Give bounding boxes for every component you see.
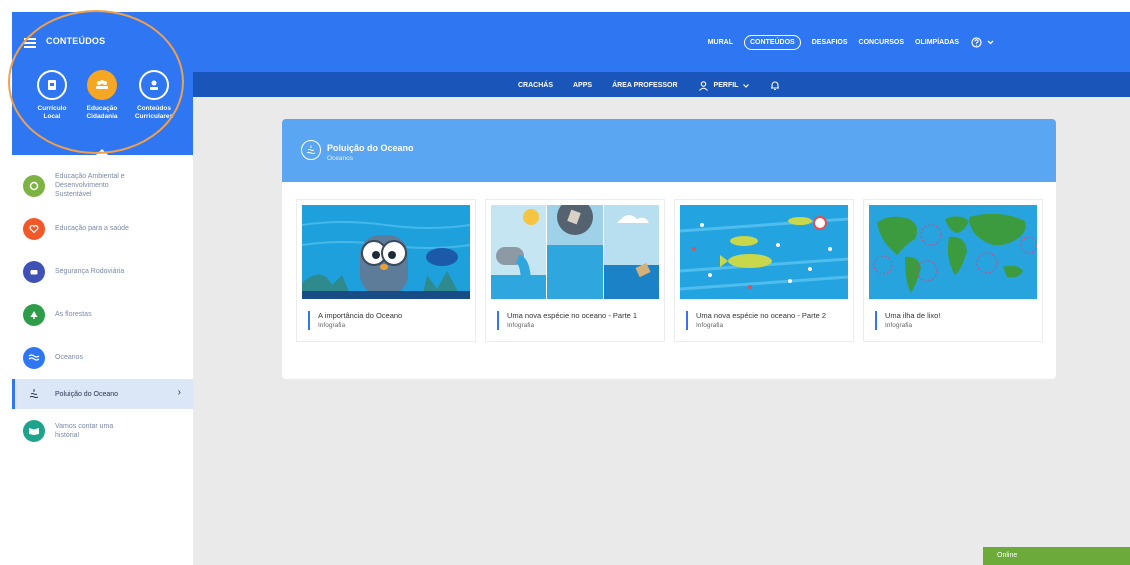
recycle-icon	[23, 174, 45, 197]
category-educacao-cidadania[interactable]: Educação Cidadania	[72, 70, 132, 121]
wave-icon	[23, 346, 45, 369]
sidebar-item-poluicao-oceano[interactable]: Poluição do Oceano ›	[12, 379, 193, 409]
sidebar-title: CONTEÚDOS	[46, 36, 106, 46]
sidebar-item-label: As florestas	[55, 311, 92, 318]
water-pollution-icon	[23, 383, 45, 405]
topic-subtitle: Oceanos	[327, 155, 354, 162]
online-status[interactable]: Online	[983, 547, 1130, 565]
profile-label: PERFIL	[713, 82, 739, 89]
people-icon	[87, 70, 117, 100]
car-icon	[23, 260, 45, 283]
nav-olimpiadas[interactable]: OLIMPÍADAS	[915, 39, 959, 46]
category-conteudos-curriculares[interactable]: Conteúdos Curriculares	[124, 70, 184, 121]
category-label-2: Curriculares	[134, 113, 174, 120]
nav-crachas[interactable]: CRACHÁS	[518, 82, 553, 89]
category-label-1: Educação	[86, 105, 118, 112]
nav-apps[interactable]: APPS	[573, 82, 592, 89]
sub-navbar: CRACHÁS APPS ÁREA PROFESSOR PERFIL	[193, 72, 1130, 97]
content-item-type: Infografia	[885, 322, 913, 329]
nav-mural[interactable]: MURAL	[708, 39, 733, 46]
chevron-right-icon: ›	[177, 387, 181, 398]
thumbnail-pollution-panels	[491, 205, 659, 299]
thumbnail-world-map	[869, 205, 1037, 299]
profile-menu[interactable]: PERFIL	[698, 80, 751, 91]
nav-area-professor[interactable]: ÁREA PROFESSOR	[612, 82, 677, 89]
content-item-title: Uma ilha de lixo!	[885, 311, 941, 320]
sidebar-item-rodoviaria[interactable]: Segurança Rodoviária	[12, 250, 193, 293]
content-item-type: Infografia	[318, 322, 346, 329]
help-menu[interactable]	[971, 37, 995, 48]
heart-icon	[23, 217, 45, 240]
content-item-type: Infografia	[696, 322, 724, 329]
top-navbar: MURAL CONTEÚDOS DESAFIOS CONCURSOS OLIMP…	[193, 12, 1130, 72]
selected-caret	[96, 149, 108, 155]
tree-icon	[23, 303, 45, 326]
sidebar-item-saude[interactable]: Educação para a saúde	[12, 207, 193, 250]
sidebar-item-label: Poluição do Oceano	[55, 390, 119, 398]
content-item[interactable]: Uma nova espécie no oceano - Parte 1 Inf…	[485, 199, 665, 342]
sidebar-list: Educação Ambiental e Desenvolvimento Sus…	[12, 164, 193, 452]
secondary-nav: CRACHÁS APPS ÁREA PROFESSOR PERFIL	[518, 80, 800, 91]
thumbnail-microplastic-fish	[680, 205, 848, 299]
content-item-title: Uma nova espécie no oceano - Parte 2	[696, 311, 827, 320]
open-book-icon	[23, 419, 45, 442]
help-icon	[971, 37, 982, 48]
topic-title: Poluição do Oceano	[327, 143, 414, 153]
bell-icon	[771, 81, 780, 91]
nav-desafios[interactable]: DESAFIOS	[812, 39, 848, 46]
main-content: Poluição do Oceano Oceanos A importância…	[193, 97, 1130, 565]
student-icon	[139, 70, 169, 100]
menu-icon[interactable]	[24, 38, 36, 48]
sidebar-item-historia[interactable]: Vamos contar uma história!	[12, 409, 193, 452]
nav-concursos[interactable]: CONCURSOS	[859, 39, 905, 46]
user-icon	[698, 80, 708, 91]
content-item[interactable]: Uma nova espécie no oceano - Parte 2 Inf…	[674, 199, 854, 342]
sidebar-item-oceanos[interactable]: Oceanos	[12, 336, 193, 379]
category-label-1: Conteúdos	[137, 105, 171, 112]
sidebar: CONTEÚDOS Currículo Local Educação Cidadan…	[12, 12, 193, 565]
thumbnail-fish-character	[302, 205, 470, 299]
main-nav: MURAL CONTEÚDOS DESAFIOS CONCURSOS OLIMP…	[697, 35, 995, 50]
content-item[interactable]: Uma ilha de lixo! Infografia	[863, 199, 1043, 342]
content-item-type: Infografia	[507, 322, 535, 329]
chevron-down-icon	[987, 40, 994, 45]
nav-conteudos[interactable]: CONTEÚDOS	[744, 35, 801, 50]
topic-card-header: Poluição do Oceano Oceanos	[282, 119, 1056, 182]
notifications-button[interactable]	[770, 80, 780, 91]
content-item[interactable]: A importância do Oceano Infografia	[296, 199, 476, 342]
sidebar-item-label: Vamos contar uma história!	[55, 422, 114, 439]
sidebar-item-label: Educação para a saúde	[55, 225, 129, 232]
sidebar-item-label: Segurança Rodoviária	[55, 268, 125, 275]
sidebar-item-label: Educação Ambiental e Desenvolvimento Sus…	[55, 173, 125, 198]
book-icon	[37, 70, 67, 100]
category-label-2: Cidadania	[86, 113, 118, 120]
sidebar-item-label: Oceanos	[55, 354, 84, 361]
sidebar-header: CONTEÚDOS Currículo Local Educação Cidadan…	[12, 12, 193, 155]
content-item-title: Uma nova espécie no oceano - Parte 1	[507, 311, 638, 320]
sidebar-item-florestas[interactable]: As florestas	[12, 293, 193, 336]
topic-card: Poluição do Oceano Oceanos A importância…	[282, 119, 1056, 379]
content-items: A importância do Oceano Infografia Uma n…	[296, 199, 1052, 342]
sidebar-item-ambiental[interactable]: Educação Ambiental e Desenvolvimento Sus…	[12, 164, 193, 207]
water-pollution-icon	[301, 140, 321, 160]
content-item-title: A importância do Oceano	[318, 311, 403, 320]
chevron-down-icon	[743, 83, 750, 88]
